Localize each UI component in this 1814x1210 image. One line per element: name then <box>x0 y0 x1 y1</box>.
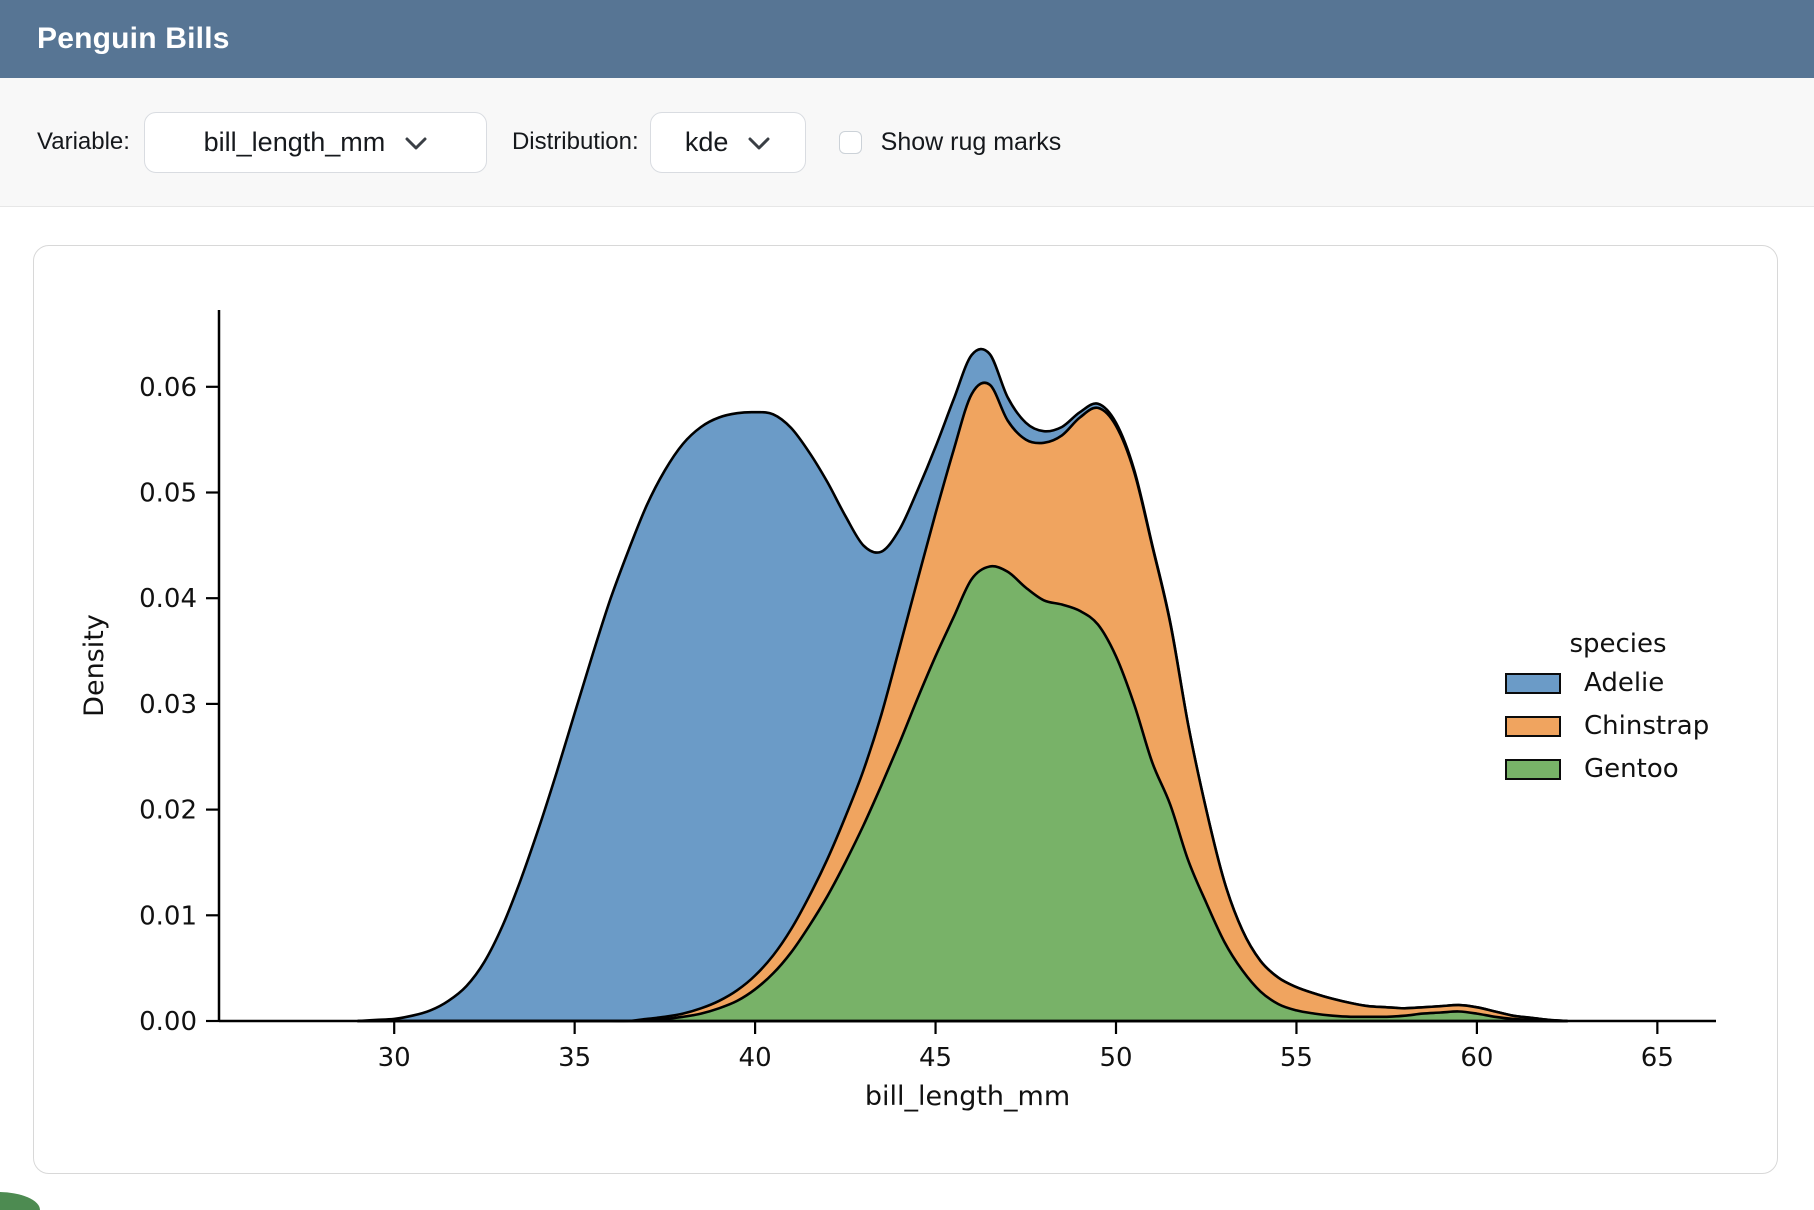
distribution-select[interactable]: kde <box>650 112 806 173</box>
app-root: { "header": { "title": "Penguin Bills", … <box>0 0 1814 1208</box>
variable-label: Variable: <box>37 128 130 156</box>
distribution-label: Distribution: <box>512 128 639 156</box>
legend-swatch-icon <box>1505 673 1561 694</box>
legend-swatch-icon <box>1505 759 1561 780</box>
corner-accent <box>0 1192 40 1210</box>
legend-entry: Gentoo <box>1505 758 1731 780</box>
legend-entry: Chinstrap <box>1505 715 1731 737</box>
legend-entry-label: Chinstrap <box>1584 711 1709 741</box>
chevron-down-icon <box>748 127 770 158</box>
legend-swatch-icon <box>1505 716 1561 737</box>
app-header: Penguin Bills <box>0 0 1814 78</box>
legend-entry: Adelie <box>1505 672 1731 694</box>
rug-checkbox-label: Show rug marks <box>881 128 1062 157</box>
legend-entry-label: Adelie <box>1584 668 1664 698</box>
legend-entries: Adelie Chinstrap Gentoo <box>1505 672 1731 780</box>
plot-legend: species Adelie Chinstrap Gentoo <box>1505 628 1731 801</box>
variable-select-value: bill_length_mm <box>204 127 386 158</box>
app-title: Penguin Bills <box>37 22 230 56</box>
plot-card: species Adelie Chinstrap Gentoo <box>33 245 1778 1174</box>
rug-checkbox[interactable] <box>839 131 862 154</box>
toolbar: Variable: bill_length_mm Distribution: k… <box>0 78 1814 207</box>
chevron-down-icon <box>405 127 427 158</box>
distribution-select-value: kde <box>685 127 729 158</box>
legend-entry-label: Gentoo <box>1584 754 1679 784</box>
variable-select[interactable]: bill_length_mm <box>144 112 487 173</box>
legend-title: species <box>1505 628 1731 660</box>
